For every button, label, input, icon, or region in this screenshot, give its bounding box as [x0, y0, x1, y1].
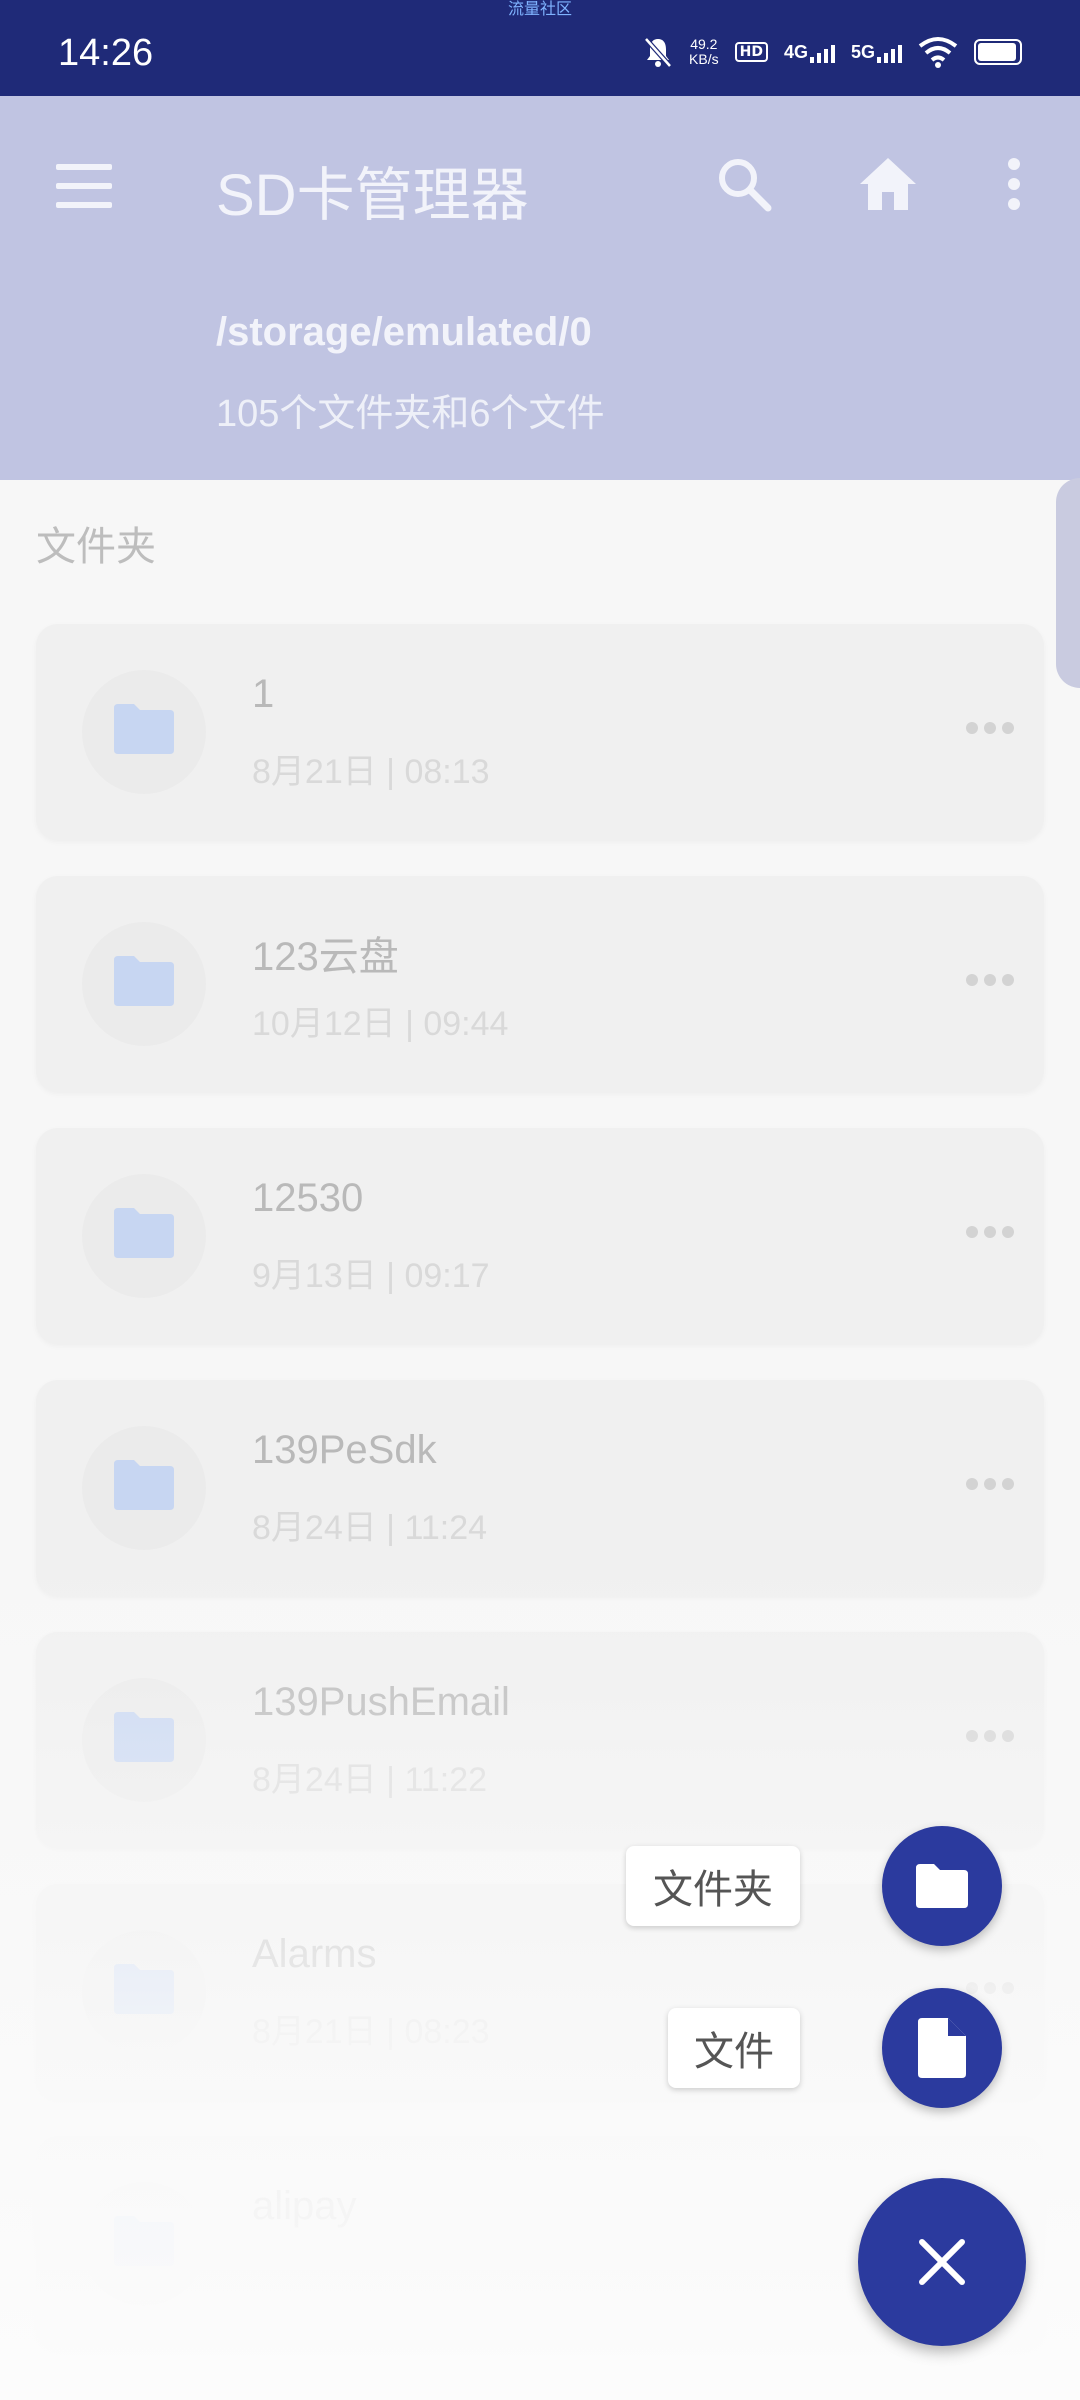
close-icon — [919, 2239, 965, 2285]
mute-bell-icon — [644, 37, 672, 68]
more-horiz-icon[interactable] — [966, 1478, 1014, 1490]
status-icons: 49.2 KB/s HD 4G 5G — [643, 36, 1022, 68]
folder-avatar — [82, 1426, 206, 1550]
folder-name: alipay — [252, 2184, 357, 2228]
folder-icon — [114, 704, 174, 754]
folder-icon — [114, 1208, 174, 1258]
more-horiz-icon[interactable] — [966, 1982, 1014, 1994]
battery-icon — [974, 39, 1022, 65]
status-bar: 流量社区 14:26 49.2 KB/s HD 4G 5G — [0, 0, 1080, 96]
file-icon — [918, 2018, 966, 2078]
folder-date: 8月24日 | 11:22 — [252, 1761, 488, 1799]
new-file-button[interactable] — [882, 1988, 1002, 2108]
more-horiz-icon[interactable] — [966, 1730, 1014, 1742]
signal-4g-icon: 4G — [784, 42, 835, 63]
folder-date: 8月21日 | 08:13 — [252, 753, 490, 791]
scrollbar-thumb[interactable] — [1056, 478, 1080, 688]
folder-icon — [114, 1964, 174, 2014]
folder-list-item[interactable]: 1 8月21日 | 08:13 — [36, 624, 1044, 840]
menu-icon[interactable] — [56, 158, 112, 214]
current-path: /storage/emulated/0 — [216, 310, 592, 354]
folder-list-item[interactable]: 123云盘 10月12日 | 09:44 — [36, 876, 1044, 1092]
folder-name: 123云盘 — [252, 935, 399, 979]
folder-list-item[interactable]: 12530 9月13日 | 09:17 — [36, 1128, 1044, 1344]
folder-name: Alarms — [252, 1932, 377, 1976]
app-title: SD卡管理器 — [216, 163, 529, 228]
more-horiz-icon[interactable] — [966, 1226, 1014, 1238]
folder-date: 10月12日 | 09:44 — [252, 1005, 509, 1043]
carrier-text: 流量社区 — [507, 0, 572, 18]
folder-icon — [114, 1460, 174, 1510]
fab-folder-label[interactable]: 文件夹 — [626, 1846, 800, 1926]
search-icon[interactable] — [712, 152, 776, 216]
folder-avatar — [82, 1930, 206, 2054]
hd-icon: HD — [734, 42, 768, 62]
folder-name: 12530 — [252, 1176, 364, 1220]
more-horiz-icon[interactable] — [966, 974, 1014, 986]
more-horiz-icon[interactable] — [966, 722, 1014, 734]
net-speed: 49.2 KB/s — [689, 36, 719, 67]
folder-name: 139PushEmail — [252, 1680, 510, 1724]
folder-avatar — [82, 670, 206, 794]
close-fab-button[interactable] — [858, 2178, 1026, 2346]
folder-list-item[interactable]: 139PeSdk 8月24日 | 11:24 — [36, 1380, 1044, 1596]
wifi-icon — [918, 37, 958, 68]
folder-name: 139PeSdk — [252, 1428, 437, 1472]
folder-avatar — [82, 1174, 206, 1298]
folder-date: 8月21日 | 08:23 — [252, 2013, 490, 2051]
home-icon[interactable] — [856, 152, 920, 216]
folder-avatar — [82, 1678, 206, 1802]
folder-date: 9月13日 | 09:17 — [252, 1257, 490, 1295]
folder-icon — [114, 1712, 174, 1762]
folder-icon — [916, 1864, 968, 1908]
folder-avatar — [82, 2182, 206, 2306]
folder-icon — [114, 2216, 174, 2266]
new-folder-button[interactable] — [882, 1826, 1002, 1946]
folder-avatar — [82, 922, 206, 1046]
app-bar: SD卡管理器 /storage/emulated/0 105个文件夹和6个文件 — [0, 96, 1080, 480]
folder-list-item[interactable]: 139PushEmail 8月24日 | 11:22 — [36, 1632, 1044, 1848]
folder-summary: 105个文件夹和6个文件 — [216, 393, 605, 435]
folder-date: 8月24日 | 11:24 — [252, 1509, 488, 1547]
signal-5g-icon: 5G — [851, 42, 902, 63]
section-label-folders: 文件夹 — [36, 524, 156, 570]
folder-name: 1 — [252, 672, 275, 716]
more-vert-icon[interactable] — [990, 152, 1038, 216]
fab-file-label[interactable]: 文件 — [668, 2008, 800, 2088]
folder-icon — [114, 956, 174, 1006]
status-time: 14:26 — [58, 32, 154, 74]
